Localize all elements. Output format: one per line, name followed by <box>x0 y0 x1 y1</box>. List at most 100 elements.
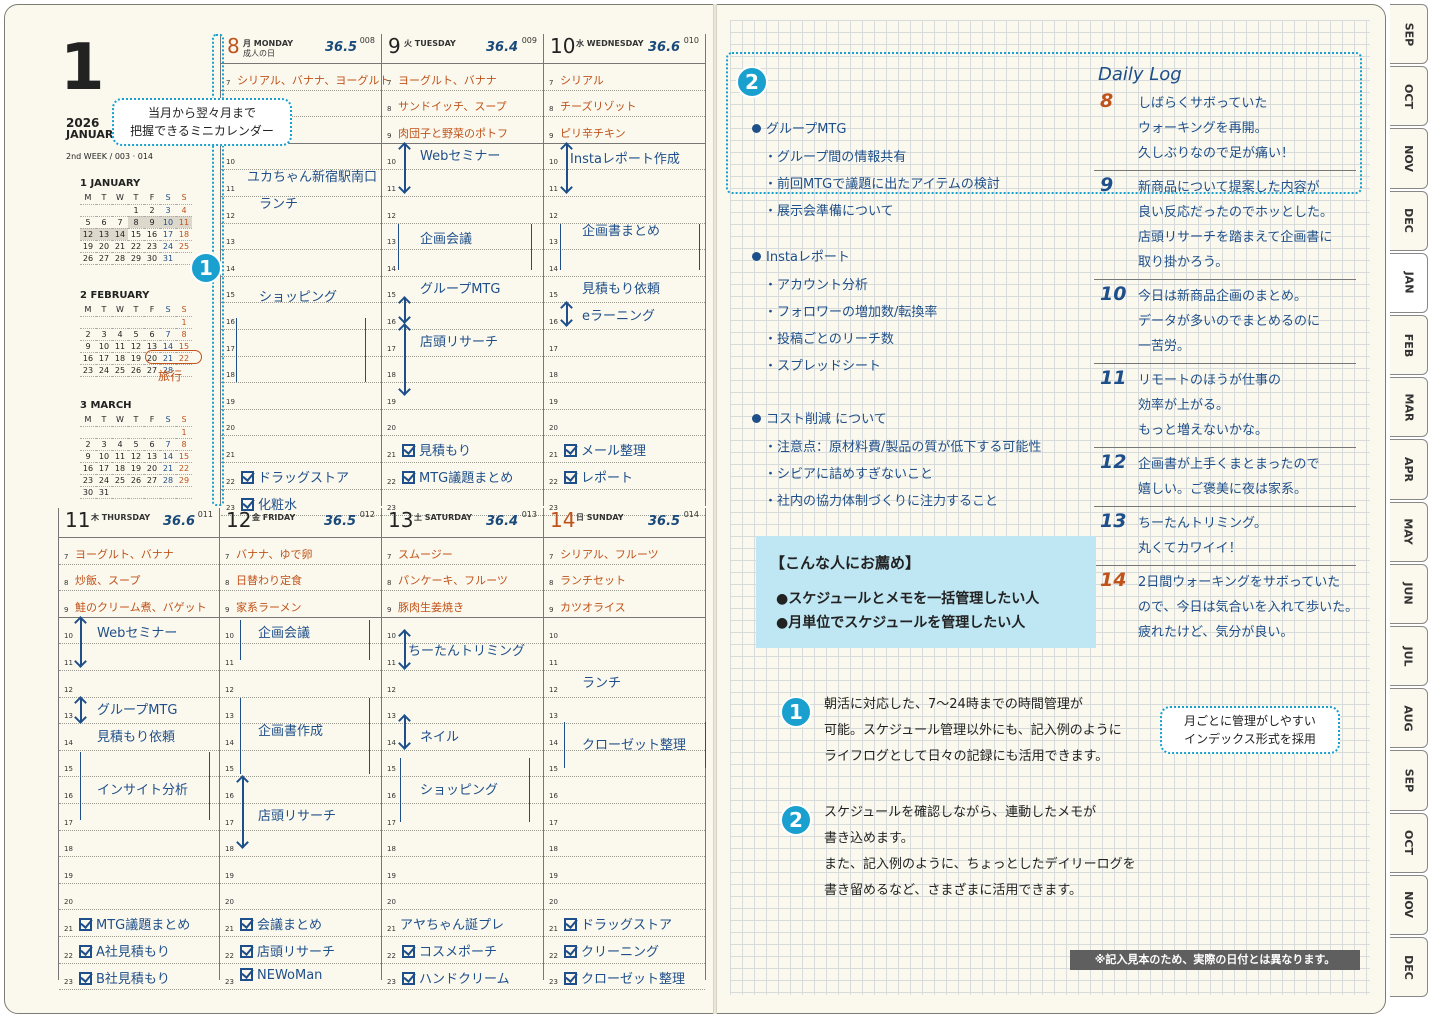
mini-calendar-day[interactable]: 4 <box>112 438 128 451</box>
mini-calendar-day[interactable]: 17 <box>96 352 112 365</box>
mini-calendar-day[interactable]: 8 <box>176 438 192 451</box>
hour-row[interactable]: 20 <box>220 884 381 911</box>
mini-calendar-day[interactable]: 15 <box>128 228 144 241</box>
mini-calendar-day[interactable] <box>144 316 160 329</box>
mini-calendar-day[interactable]: 6 <box>144 438 160 451</box>
mini-calendar-day[interactable]: 2 <box>80 328 96 341</box>
hour-row[interactable]: 8 日替わり定食 <box>220 565 381 592</box>
mini-calendar-day[interactable]: 20 <box>96 240 112 253</box>
mini-calendar-day[interactable]: 28 <box>112 252 128 265</box>
mini-calendar-day[interactable]: 3 <box>160 204 176 217</box>
hour-row[interactable]: 7 シリアル、バナナ、ヨーグルト <box>221 64 390 91</box>
mini-calendar-day[interactable]: 26 <box>128 364 144 377</box>
check-item[interactable]: NEWoMan <box>240 967 322 983</box>
mini-calendar-day[interactable]: 5 <box>128 438 144 451</box>
index-tab[interactable]: MAR <box>1390 377 1428 438</box>
mini-calendar-day[interactable]: 11 <box>112 450 128 463</box>
index-tab[interactable]: OCT <box>1390 66 1428 127</box>
checkbox-checked-icon[interactable] <box>402 945 415 958</box>
hour-row[interactable]: 13 <box>221 224 381 251</box>
hour-row[interactable]: 12 <box>382 671 543 698</box>
hour-row[interactable]: 9 カツオライス <box>544 591 705 618</box>
checkbox-checked-icon[interactable] <box>241 471 254 484</box>
checkbox-checked-icon[interactable] <box>564 471 577 484</box>
hour-row[interactable]: 7 ヨーグルト、バナナ <box>382 64 543 91</box>
mini-calendar-day[interactable]: 16 <box>80 352 96 365</box>
mini-calendar-day[interactable] <box>80 316 96 329</box>
check-item[interactable]: クリーニング <box>564 941 659 960</box>
index-tab[interactable]: DEC <box>1390 190 1428 251</box>
check-item[interactable]: 店頭リサーチ <box>240 941 335 960</box>
hour-row[interactable]: 19 <box>59 857 219 884</box>
hour-row[interactable]: 20 <box>221 410 381 437</box>
mini-calendar-day[interactable] <box>160 316 176 329</box>
mini-calendar-day[interactable]: 11 <box>176 216 192 229</box>
mini-calendar-day[interactable] <box>112 204 128 217</box>
mini-calendar-day[interactable]: 12 <box>128 340 144 353</box>
mini-calendar-day[interactable]: 24 <box>96 474 112 487</box>
checkbox-checked-icon[interactable] <box>402 971 415 985</box>
mini-calendar-day[interactable]: 16 <box>80 462 96 475</box>
mini-calendar-day[interactable]: 22 <box>128 240 144 253</box>
hour-row[interactable]: 9 家系ラーメン <box>220 591 381 618</box>
check-item[interactable]: レポート <box>564 467 633 486</box>
index-tab[interactable]: OCT <box>1390 812 1428 873</box>
hour-row[interactable]: 19 <box>544 383 705 410</box>
hour-row[interactable]: 8 炒飯、スープ <box>59 565 219 592</box>
mini-calendar-day[interactable] <box>160 426 176 439</box>
hour-row[interactable]: 7 シリアル <box>544 64 705 91</box>
mini-calendar-day[interactable]: 3 <box>96 438 112 451</box>
check-item[interactable]: クローゼット整理 <box>564 968 685 987</box>
mini-calendar-day[interactable]: 7 <box>112 216 128 229</box>
mini-calendar-day[interactable]: 6 <box>144 328 160 341</box>
check-item[interactable]: コスメポーチ <box>402 941 497 960</box>
checkbox-checked-icon[interactable] <box>240 945 253 958</box>
mini-calendar-day[interactable] <box>80 204 96 217</box>
check-item[interactable]: メール整理 <box>564 440 646 459</box>
mini-calendar-day[interactable]: 2 <box>144 204 160 217</box>
mini-calendar-day[interactable]: 10 <box>96 340 112 353</box>
index-tab[interactable]: AUG <box>1390 688 1428 749</box>
hour-row[interactable]: 11 <box>544 644 705 671</box>
hour-row[interactable]: 9 豚肉生姜焼き <box>382 591 543 618</box>
hour-row[interactable]: 7 シリアル、フルーツ <box>544 538 705 565</box>
checkbox-checked-icon[interactable] <box>79 971 92 985</box>
mini-calendar-day[interactable]: 23 <box>80 474 96 487</box>
mini-calendar-day[interactable]: 24 <box>160 240 176 253</box>
index-tab[interactable]: NOV <box>1390 128 1428 189</box>
mini-calendar-day[interactable]: 25 <box>112 474 128 487</box>
mini-calendar-day[interactable]: 9 <box>80 340 96 353</box>
mini-calendar-day[interactable]: 5 <box>128 328 144 341</box>
checkbox-checked-icon[interactable] <box>564 945 577 958</box>
mini-calendar-day[interactable] <box>96 204 112 217</box>
index-tab[interactable]: SEP <box>1390 4 1428 65</box>
hour-row[interactable]: 20 <box>544 410 705 437</box>
hour-row[interactable]: 9 鮭のクリーム煮、バゲット <box>59 591 219 618</box>
hour-row[interactable]: 8 ランチセット <box>544 565 705 592</box>
mini-calendar-day[interactable]: 9 <box>144 216 160 229</box>
checkbox-checked-icon[interactable] <box>564 444 577 458</box>
check-item[interactable]: 見積もり <box>402 440 471 459</box>
mini-calendar-day[interactable] <box>160 486 176 499</box>
mini-calendar-day[interactable]: 12 <box>128 450 144 463</box>
mini-calendar-day[interactable]: 19 <box>128 352 144 365</box>
check-item[interactable]: ハンドクリーム <box>402 968 510 987</box>
mini-calendar-day[interactable]: 28 <box>160 474 176 487</box>
mini-calendar-day[interactable]: 2 <box>80 438 96 451</box>
mini-calendar-day[interactable]: 1 <box>128 204 144 217</box>
mini-calendar-day[interactable]: 7 <box>160 328 176 341</box>
check-item[interactable]: 会議まとめ <box>240 914 322 933</box>
mini-calendar-day[interactable]: 18 <box>112 352 128 365</box>
mini-calendar-day[interactable]: 22 <box>176 462 192 475</box>
mini-calendar-day[interactable]: 20 <box>144 462 160 475</box>
mini-calendar-day[interactable]: 1 <box>176 426 192 439</box>
mini-calendar-day[interactable]: 3 <box>96 328 112 341</box>
mini-calendar-day[interactable]: 4 <box>176 204 192 217</box>
hour-row[interactable]: 9 ピリ辛チキン <box>544 117 705 144</box>
checkbox-checked-icon[interactable] <box>402 471 415 484</box>
mini-calendar-day[interactable]: 8 <box>128 216 144 229</box>
checkbox-checked-icon[interactable] <box>240 918 253 932</box>
index-tab[interactable]: JAN <box>1390 252 1428 313</box>
mini-calendar-day[interactable]: 18 <box>112 462 128 475</box>
mini-calendar-day[interactable] <box>112 316 128 329</box>
